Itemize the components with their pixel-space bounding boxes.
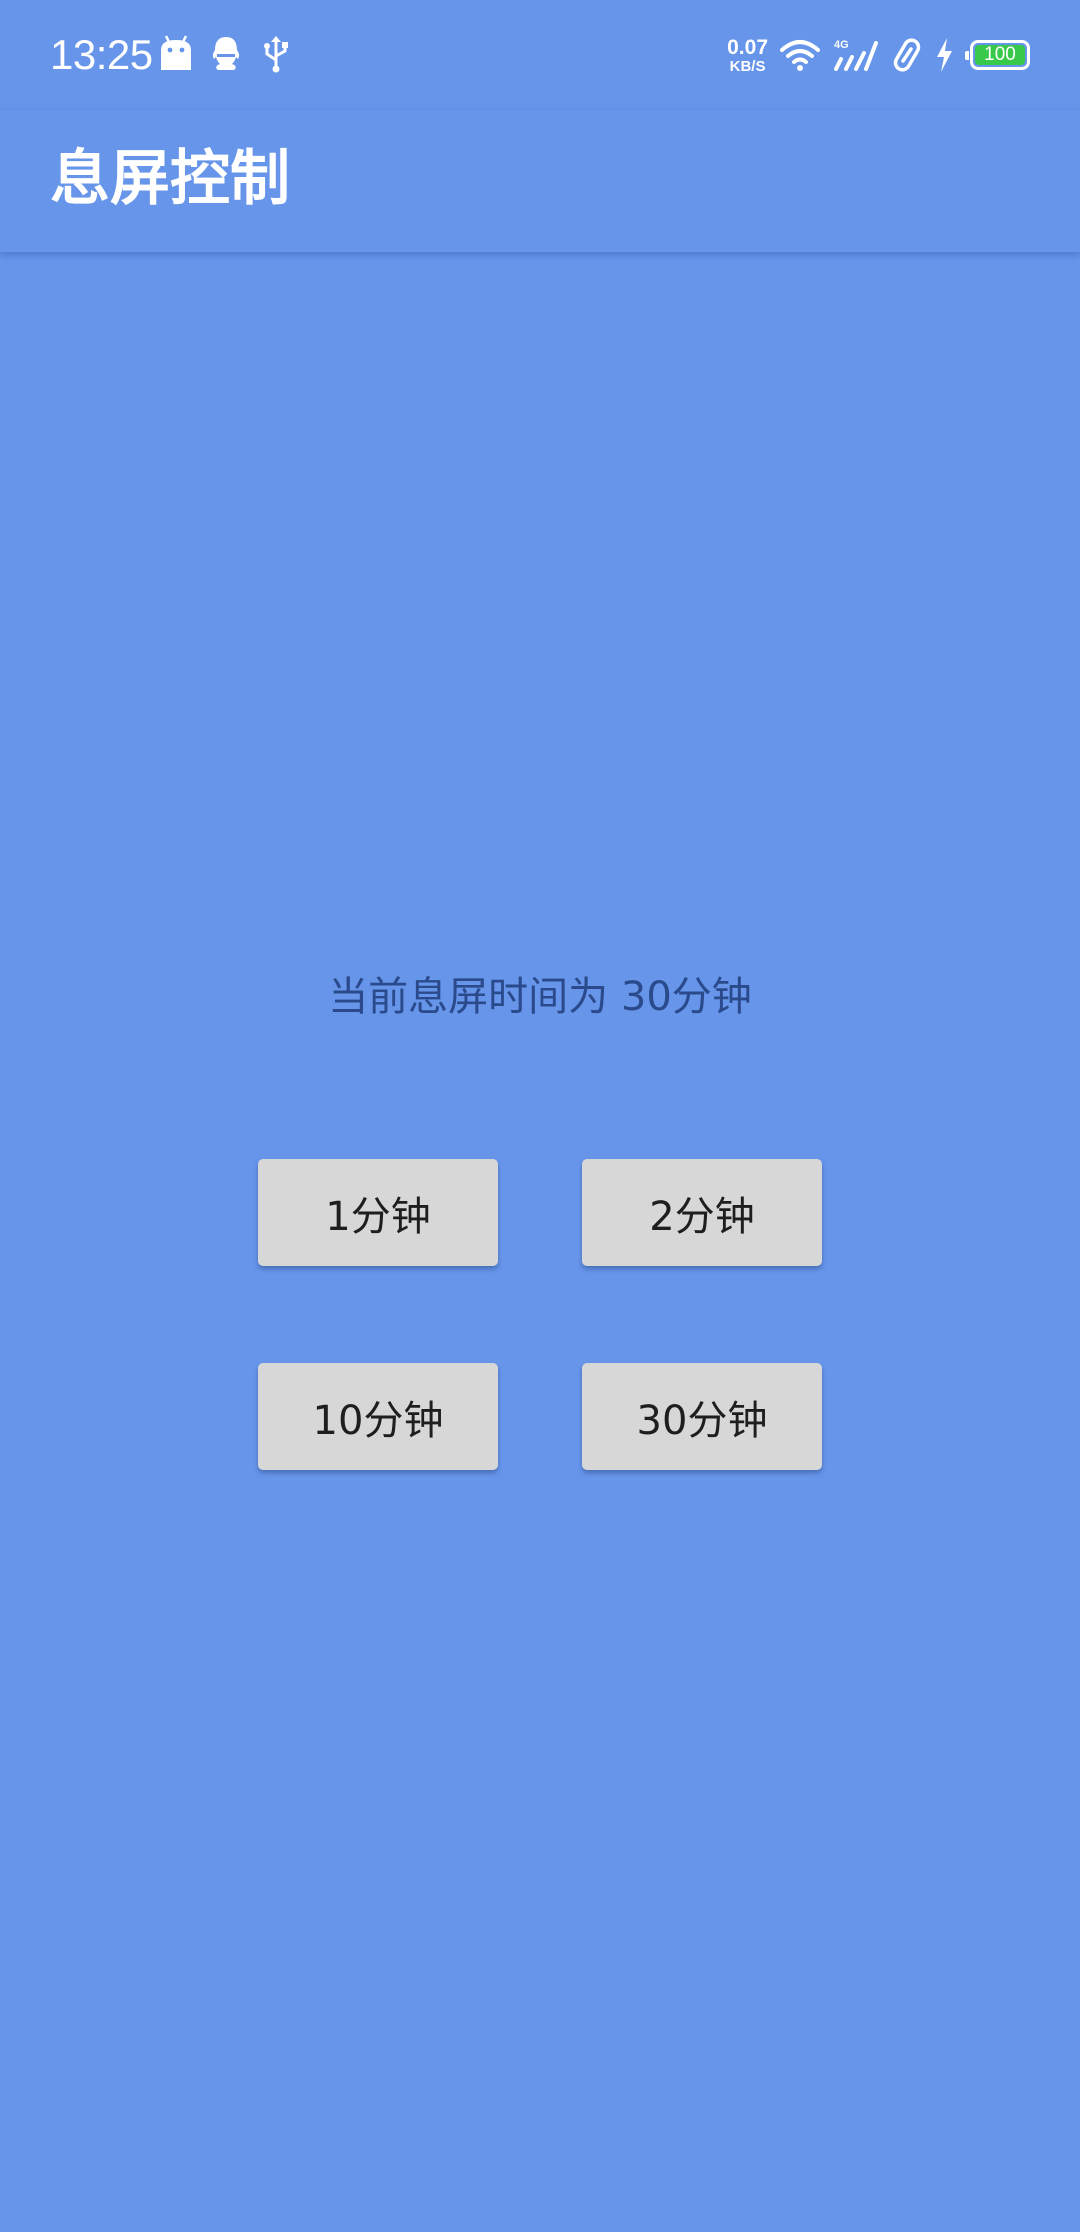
status-time: 13:25 [50,31,153,78]
timeout-10min-button[interactable]: 10分钟 [258,1363,498,1470]
current-timeout-label: 当前息屏时间为 [328,974,609,1020]
wifi-icon [780,38,820,72]
status-bar: 13:25 0.07 KB/S 4G 100 [0,0,1080,110]
timeout-1min-button[interactable]: 1分钟 [258,1159,498,1266]
status-right-icons: 0.07 KB/S 4G 100 [727,30,1030,80]
signal-4g-icon: 4G [832,37,880,73]
svg-text:4G: 4G [834,39,849,51]
net-speed-unit: KB/S [729,57,766,75]
net-speed: 0.07 KB/S [727,37,768,74]
battery-level: 100 [984,44,1016,65]
page-title: 息屏控制 [50,144,290,214]
app-bar: 息屏控制 [0,110,1080,252]
charging-icon [934,37,954,73]
usb-icon [258,34,294,74]
battery-icon: 100 [965,40,1030,70]
status-left-icons [158,34,294,74]
current-timeout-text: 当前息屏时间为 30分钟 [0,962,1080,1032]
timeout-30min-button[interactable]: 30分钟 [582,1363,822,1470]
timeout-2min-button[interactable]: 2分钟 [582,1159,822,1266]
net-speed-value: 0.07 [727,35,768,59]
current-timeout-value: 30分钟 [620,974,752,1020]
android-icon [158,34,194,74]
link-icon [892,37,922,73]
main-content: 当前息屏时间为 30分钟 1分钟 2分钟 10分钟 30分钟 [0,252,1080,2232]
qq-icon [208,34,244,74]
